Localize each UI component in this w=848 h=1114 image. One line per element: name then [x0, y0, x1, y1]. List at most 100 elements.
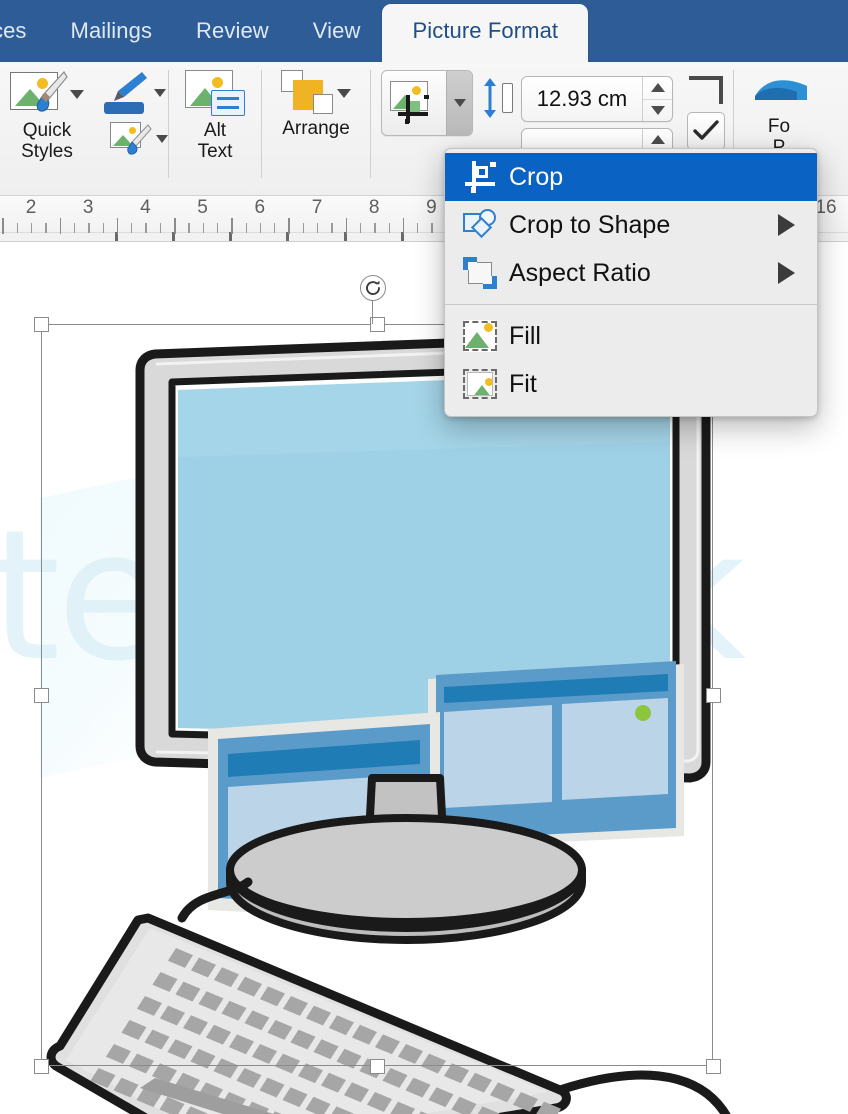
ribbon-group-arrange: Arrange	[262, 62, 370, 196]
menu-item-crop-to-shape-label: Crop to Shape	[509, 210, 671, 239]
ruler-tick-major	[59, 218, 62, 234]
ruler-tick-major	[2, 218, 4, 234]
ribbon-group-size: 12.93 cm	[481, 76, 673, 174]
menu-item-fill[interactable]: Fill	[445, 312, 817, 360]
crop-dropdown-arrow[interactable]	[446, 71, 472, 135]
ruler-tick-minor	[245, 223, 247, 233]
fill-icon	[463, 320, 509, 352]
selection-handle-bottom-right[interactable]	[706, 1059, 721, 1074]
arrange-label: Arrange	[282, 118, 350, 139]
crop-icon	[463, 160, 509, 194]
ruler-tick-minor	[202, 223, 204, 233]
format-pane-label-line1: Fo	[767, 116, 791, 137]
menu-item-aspect-ratio-label: Aspect Ratio	[509, 258, 651, 287]
brush-glyph	[36, 71, 68, 112]
submenu-arrow-icon	[778, 214, 795, 236]
ruler-number: 4	[140, 197, 151, 218]
ruler-tick-minor	[359, 223, 362, 233]
selection-handle-top-left[interactable]	[34, 317, 49, 332]
ruler-tick-minor	[145, 223, 147, 233]
menu-item-aspect-ratio[interactable]: Aspect Ratio	[445, 249, 817, 297]
selection-handle-bottom-left[interactable]	[34, 1059, 49, 1074]
alt-text-label-line1: Alt	[203, 120, 227, 141]
alt-text-icon	[185, 70, 245, 118]
tab-review[interactable]: Review	[174, 18, 291, 62]
ruler-tick-major	[288, 218, 290, 234]
crop-picture-icon	[390, 81, 438, 125]
shape-height-field[interactable]: 12.93 cm	[521, 76, 673, 122]
arrange-button[interactable]: Arrange	[262, 62, 370, 139]
ruler-tick-minor	[159, 223, 162, 233]
ruler-number-right: 16	[815, 197, 837, 218]
pen-border-icon	[102, 70, 150, 116]
ruler-tick-minor	[31, 223, 33, 233]
alt-text-button[interactable]: Alt Text	[169, 62, 261, 163]
ribbon-group-aspect-lock	[687, 76, 725, 150]
ruler-tick-major	[231, 218, 233, 234]
quick-styles-label-line2: Styles	[21, 141, 73, 163]
ruler-tick-major	[116, 218, 119, 234]
ruler-number: 2	[25, 197, 37, 218]
pen-glyph	[114, 72, 147, 101]
ribbon-group-picture-effects	[94, 62, 168, 196]
ruler-tick-minor	[417, 223, 419, 233]
tab-picture-format[interactable]: Picture Format	[382, 4, 589, 62]
menu-item-fit[interactable]: Fit	[445, 360, 817, 408]
ruler-number: 8	[368, 197, 380, 218]
ruler-tick-minor	[274, 223, 276, 233]
menu-item-crop[interactable]: Crop	[445, 153, 817, 201]
tab-view[interactable]: View	[291, 18, 383, 62]
image-selection-frame[interactable]	[34, 317, 721, 1074]
ruler-tick-minor	[388, 223, 390, 233]
format-pane-button[interactable]: Fo P	[744, 70, 814, 159]
ruler-tick-minor	[331, 223, 333, 233]
ruler-tick-minor	[131, 223, 133, 233]
ruler-tick-minor	[374, 223, 376, 233]
crop-dropdown-menu[interactable]: Crop Crop to Shape Aspect Ratio Fill Fit	[444, 148, 818, 417]
menu-item-crop-to-shape[interactable]: Crop to Shape	[445, 201, 817, 249]
tab-references[interactable]: ces	[0, 18, 49, 62]
ruler-number: 9	[426, 197, 437, 218]
ruler-tick-minor	[188, 223, 190, 233]
ribbon-group-quick-styles: Quick Styles	[0, 62, 94, 196]
arrange-icon	[281, 70, 333, 116]
submenu-arrow-icon	[778, 262, 795, 284]
alt-text-label-line2: Text	[197, 141, 233, 163]
format-pane-icon	[755, 80, 807, 100]
ruler-tick-minor	[216, 223, 219, 233]
selection-handle-bottom-center[interactable]	[370, 1059, 385, 1074]
crop-to-shape-icon	[463, 209, 509, 241]
height-stepper-up[interactable]	[643, 77, 672, 100]
ruler-tick-minor	[102, 223, 104, 233]
height-arrows-icon	[481, 76, 513, 120]
ribbon-tab-bar: ces Mailings Review View Picture Format	[0, 0, 848, 62]
ruler-tick-minor	[302, 223, 305, 233]
crop-button[interactable]	[382, 71, 446, 135]
picture-effects-button[interactable]	[110, 122, 168, 156]
ruler-tick-minor	[317, 223, 319, 233]
lock-aspect-ratio-checkbox[interactable]	[687, 112, 725, 150]
ruler-number: 5	[197, 197, 208, 218]
shape-height-stepper[interactable]	[642, 77, 672, 121]
rotation-handle[interactable]	[360, 275, 386, 301]
height-stepper-down[interactable]	[643, 100, 672, 122]
quick-styles-dropdown-caret[interactable]	[70, 89, 84, 99]
menu-item-fill-label: Fill	[509, 321, 541, 350]
menu-item-fit-label: Fit	[509, 369, 537, 398]
tab-mailings[interactable]: Mailings	[49, 18, 175, 62]
picture-effects-dropdown-caret[interactable]	[156, 135, 168, 143]
arrange-dropdown-caret[interactable]	[337, 88, 351, 98]
selection-handle-middle-left[interactable]	[34, 688, 49, 703]
picture-border-button[interactable]	[102, 70, 166, 116]
quick-styles-label-line1: Quick	[22, 120, 72, 141]
ruler-number: 6	[254, 197, 266, 218]
word-window: ces Mailings Review View Picture Format	[0, 0, 848, 1114]
shape-height-value[interactable]: 12.93 cm	[522, 86, 642, 112]
quick-styles-button[interactable]: Quick Styles	[0, 62, 94, 163]
small-brush-glyph	[127, 124, 152, 155]
ruler-tick-minor	[73, 223, 76, 233]
crop-split-button[interactable]	[381, 70, 473, 136]
crop-corner-icon	[689, 76, 723, 106]
picture-border-dropdown-caret[interactable]	[154, 89, 166, 97]
selection-handle-middle-right[interactable]	[706, 688, 721, 703]
